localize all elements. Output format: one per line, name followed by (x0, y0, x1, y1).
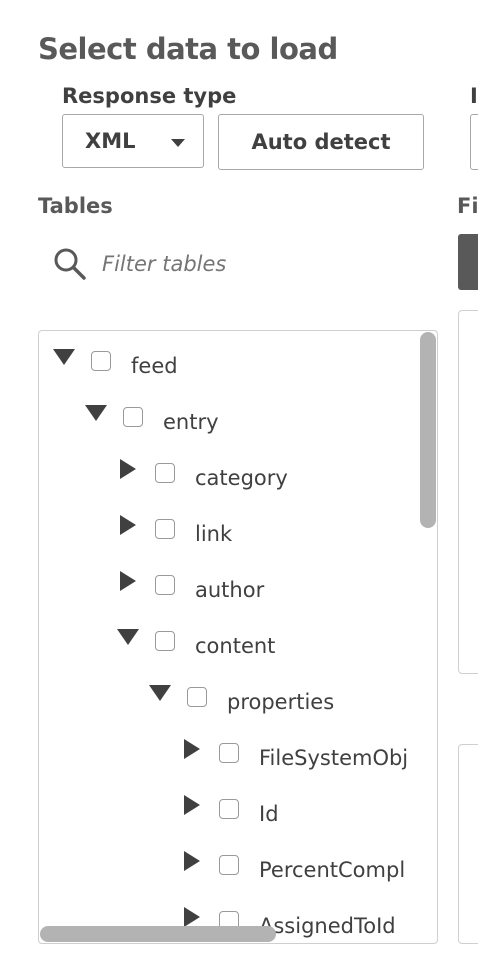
tree-row-content[interactable]: content (39, 625, 419, 665)
tree-label: PercentCompl (259, 858, 406, 882)
tree-label: link (195, 522, 233, 546)
checkbox[interactable] (155, 631, 175, 651)
checkbox[interactable] (155, 575, 175, 595)
search-icon (54, 248, 86, 280)
tree-row-filesystemobj[interactable]: FileSystemObj (39, 737, 419, 777)
truncated-dark-button[interactable] (458, 234, 478, 290)
triangle-down-icon[interactable] (53, 349, 75, 365)
tree-label: entry (163, 410, 219, 434)
checkbox[interactable] (123, 407, 143, 427)
checkbox[interactable] (219, 799, 239, 819)
response-type-label: Response type (62, 84, 237, 108)
checkbox[interactable] (219, 743, 239, 763)
horizontal-scrollbar[interactable] (40, 926, 276, 942)
tree-label: feed (131, 354, 178, 378)
checkbox[interactable] (155, 519, 175, 539)
chevron-down-icon (171, 139, 185, 147)
tree-label: content (195, 634, 276, 658)
tables-tree[interactable]: feed entry category link author content … (38, 330, 438, 944)
triangle-right-icon[interactable] (120, 459, 136, 479)
tables-heading: Tables (38, 194, 113, 218)
checkbox[interactable] (155, 463, 175, 483)
triangle-right-icon[interactable] (184, 851, 200, 871)
tree-row-author[interactable]: author (39, 569, 419, 609)
tree-row-category[interactable]: category (39, 457, 419, 497)
tree-label: Id (259, 802, 279, 826)
checkbox[interactable] (187, 687, 207, 707)
tree-label: properties (227, 690, 335, 714)
tree-row-feed[interactable]: feed (39, 345, 419, 385)
vertical-scrollbar[interactable] (420, 332, 436, 528)
tree-label: author (195, 578, 265, 602)
tree-row-properties[interactable]: properties (39, 681, 419, 721)
truncated-control[interactable] (470, 114, 478, 170)
fields-heading-truncated: Fi (457, 194, 478, 218)
triangle-right-icon[interactable] (184, 739, 200, 759)
response-type-value: XML (85, 129, 136, 153)
preview-panel-truncated (458, 744, 478, 944)
triangle-down-icon[interactable] (117, 629, 139, 645)
tree-label: FileSystemObj (259, 746, 409, 770)
checkbox[interactable] (219, 855, 239, 875)
triangle-right-icon[interactable] (184, 795, 200, 815)
tree-row-link[interactable]: link (39, 513, 419, 553)
triangle-down-icon[interactable] (85, 405, 107, 421)
tree-row-entry[interactable]: entry (39, 401, 419, 441)
filter-tables-input[interactable] (102, 246, 402, 282)
truncated-label: I (470, 84, 478, 108)
triangle-down-icon[interactable] (149, 685, 171, 701)
response-type-select[interactable]: XML (62, 114, 204, 168)
fields-panel-truncated (458, 310, 478, 674)
page-title: Select data to load (38, 32, 338, 66)
auto-detect-button[interactable]: Auto detect (218, 114, 424, 170)
triangle-right-icon[interactable] (120, 571, 136, 591)
tree-row-id[interactable]: Id (39, 793, 419, 833)
triangle-right-icon[interactable] (184, 907, 200, 927)
tree-label: AssignedToId (259, 914, 396, 938)
checkbox[interactable] (91, 351, 111, 371)
triangle-right-icon[interactable] (120, 515, 136, 535)
tree-label: category (195, 466, 288, 490)
tree-row-percentcompl[interactable]: PercentCompl (39, 849, 419, 889)
